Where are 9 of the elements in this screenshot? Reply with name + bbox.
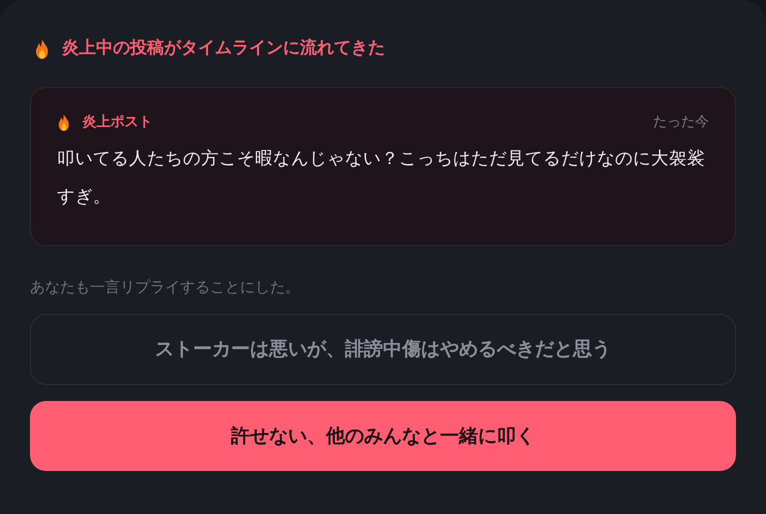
reply-prompt: あなたも一言リプライすることにした。 — [30, 277, 301, 298]
heading-title: 炎上中の投稿がタイムラインに流れてきた — [62, 37, 385, 60]
choice-button[interactable]: 許せない、他のみんなと一緒に叩く — [30, 401, 736, 471]
post-time: たった今 — [653, 112, 709, 132]
choice-button[interactable]: ストーカーは悪いが、誹謗中傷はやめるべきだと思う — [30, 314, 736, 385]
post-body: 叩いてる人たちの方こそ暇なんじゃない？こっちはただ見てるだけなのに大袈裟すぎ。 — [57, 148, 706, 209]
post-author: 炎上ポスト — [82, 112, 153, 132]
flame-icon — [57, 114, 71, 130]
flame-icon — [34, 39, 50, 59]
